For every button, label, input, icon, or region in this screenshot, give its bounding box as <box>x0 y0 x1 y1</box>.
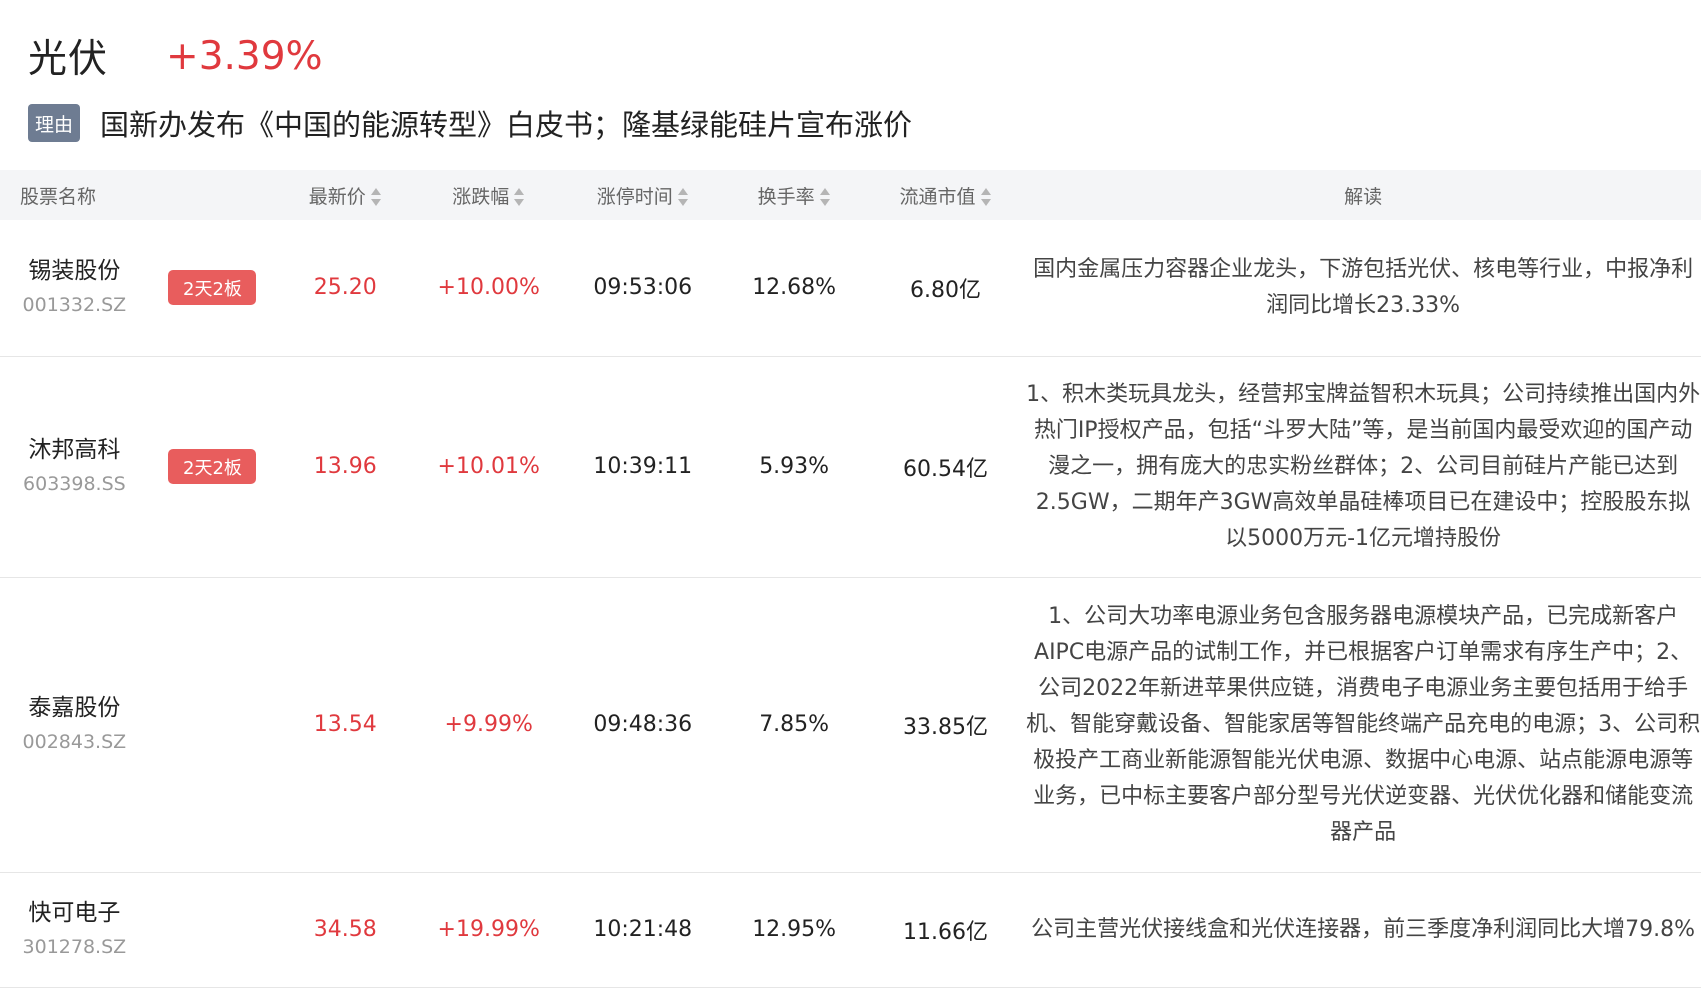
table-row[interactable]: 沐邦高科 603398.SS 2天2板 13.96 +10.01% 10:39:… <box>0 356 1701 578</box>
stock-table: 股票名称 最新价 涨跌幅 涨停时间 换手率 流通市值 解读 锡装股份 00133… <box>0 170 1701 988</box>
stock-cell[interactable]: 泰嘉股份 002843.SZ <box>0 577 149 873</box>
stock-name[interactable]: 锡装股份 <box>0 255 149 287</box>
limit-time-cell: 10:39:11 <box>563 356 723 578</box>
stock-name[interactable]: 沐邦高科 <box>0 434 149 466</box>
header-analysis: 解读 <box>1025 170 1701 220</box>
stock-name[interactable]: 快可电子 <box>0 897 149 929</box>
stock-code: 301278.SZ <box>22 935 127 958</box>
table-header-row: 股票名称 最新价 涨跌幅 涨停时间 换手率 流通市值 解读 <box>0 170 1701 220</box>
stock-code: 603398.SS <box>23 472 126 495</box>
sort-icon[interactable] <box>819 187 831 207</box>
badge-cell <box>148 577 277 873</box>
change-cell: +9.99% <box>414 577 564 873</box>
badge-cell: 2天2板 <box>148 220 277 357</box>
turnover-cell: 7.85% <box>722 577 866 873</box>
limit-time-cell: 09:53:06 <box>563 220 723 357</box>
header-float-cap[interactable]: 流通市值 <box>865 170 1026 220</box>
analysis-cell: 1、公司大功率电源业务包含服务器电源模块产品，已完成新客户AIPC电源产品的试制… <box>1025 577 1701 873</box>
analysis-cell: 国内金属压力容器企业龙头，下游包括光伏、核电等行业，中报净利润同比增长23.33… <box>1025 220 1701 357</box>
price-cell: 13.54 <box>276 577 415 873</box>
price-cell: 25.20 <box>276 220 415 357</box>
header-name: 股票名称 <box>0 170 149 220</box>
limit-up-badge: 2天2板 <box>168 449 257 484</box>
float-cap-cell: 6.80亿 <box>865 220 1026 357</box>
sort-icon[interactable] <box>513 187 525 207</box>
reason-tag: 理由 <box>28 104 80 142</box>
analysis-cell: 1、积木类玩具龙头，经营邦宝牌益智积木玩具；公司持续推出国内外热门IP授权产品，… <box>1025 356 1701 578</box>
badge-cell: 2天2板 <box>148 356 277 578</box>
stock-cell[interactable]: 锡装股份 001332.SZ <box>0 220 149 357</box>
header-turnover[interactable]: 换手率 <box>722 170 866 220</box>
stock-cell[interactable]: 沐邦高科 603398.SS <box>0 356 149 578</box>
reason-text: 国新办发布《中国的能源转型》白皮书；隆基绿能硅片宣布涨价 <box>100 108 913 142</box>
table-row[interactable]: 锡装股份 001332.SZ 2天2板 25.20 +10.00% 09:53:… <box>0 220 1701 357</box>
stock-name[interactable]: 泰嘉股份 <box>0 692 149 724</box>
float-cap-cell: 60.54亿 <box>865 356 1026 578</box>
sort-icon[interactable] <box>980 187 992 207</box>
sector-name: 光伏 <box>28 37 109 82</box>
change-cell: +10.00% <box>414 220 564 357</box>
table-row[interactable]: 泰嘉股份 002843.SZ 13.54 +9.99% 09:48:36 7.8… <box>0 577 1701 873</box>
turnover-cell: 5.93% <box>722 356 866 578</box>
reason-bar: 理由 国新办发布《中国的能源转型》白皮书；隆基绿能硅片宣布涨价 <box>28 102 912 144</box>
header-limit-time[interactable]: 涨停时间 <box>563 170 723 220</box>
limit-up-badge: 2天2板 <box>168 270 257 306</box>
sector-change: +3.39% <box>166 33 323 79</box>
sort-icon[interactable] <box>677 187 689 207</box>
change-cell: +10.01% <box>414 356 564 578</box>
header-badge-spacer <box>148 170 277 220</box>
header-change[interactable]: 涨跌幅 <box>414 170 564 220</box>
stock-code: 001332.SZ <box>22 293 127 316</box>
limit-time-cell: 09:48:36 <box>563 577 723 873</box>
float-cap-cell: 33.85亿 <box>865 577 1026 873</box>
header-price[interactable]: 最新价 <box>276 170 415 220</box>
price-cell: 13.96 <box>276 356 415 578</box>
turnover-cell: 12.68% <box>722 220 866 357</box>
sort-icon[interactable] <box>370 187 382 207</box>
stock-code: 002843.SZ <box>22 730 127 753</box>
sector-header: 光伏 +3.39% <box>28 26 323 86</box>
